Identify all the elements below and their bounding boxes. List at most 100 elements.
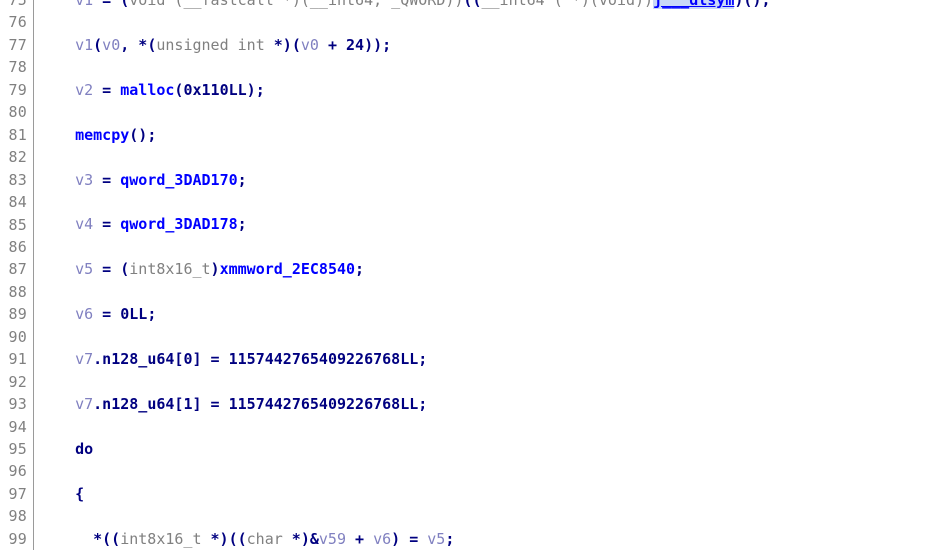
line-number[interactable]: 79 [0, 79, 27, 101]
code-line[interactable]: v4 = qword_3DAD178; [0, 213, 925, 235]
punctuation-token: ); [246, 80, 265, 99]
code-line[interactable]: v5 = (int8x16_t)xmmword_2EC8540; [0, 258, 925, 280]
punctuation-token: *)(( [201, 529, 247, 548]
line-number[interactable]: 89 [0, 303, 27, 325]
number-token: 24 [346, 35, 365, 54]
line-number[interactable]: 76 [0, 11, 27, 33]
line-number[interactable]: 99 [0, 528, 27, 550]
variable-token[interactable]: v59 [319, 530, 346, 548]
type-token: int8x16_t [129, 260, 211, 279]
punctuation-token: = ( [93, 260, 130, 279]
code-line[interactable]: v6 = 0LL; [0, 303, 925, 325]
punctuation-token: *)& [282, 529, 319, 548]
line-number[interactable]: 97 [0, 483, 27, 505]
code-line[interactable]: v1(v0, *(unsigned int *)(v0 + 24)); [0, 34, 925, 56]
variable-token[interactable]: v1 [75, 36, 93, 54]
code-line-text[interactable]: v1(v0, *(unsigned int *)(v0 + 24)); [75, 34, 391, 56]
code-line[interactable]: v2 = malloc(0x110LL); [0, 79, 925, 101]
code-line-text[interactable]: v3 = qword_3DAD170; [75, 169, 247, 191]
punctuation-token: ; [355, 260, 365, 279]
line-number[interactable]: 85 [0, 214, 27, 236]
variable-token[interactable]: v1 [75, 0, 93, 9]
code-line-text[interactable]: v1 = (void (__fastcall *)(__int64, _QWOR… [75, 0, 770, 11]
code-line[interactable]: v3 = qword_3DAD170; [0, 169, 925, 191]
number-token: 0LL [120, 305, 148, 324]
function-token[interactable]: qword_3DAD170 [120, 171, 237, 189]
punctuation-token: ; [237, 170, 247, 189]
code-line[interactable]: memcpy(); [0, 124, 925, 146]
function-token[interactable]: xmmword_2EC8540 [220, 260, 355, 278]
line-number[interactable]: 91 [0, 348, 27, 370]
punctuation-token: ) [210, 260, 220, 279]
variable-token[interactable]: v0 [301, 36, 319, 54]
line-number[interactable]: 81 [0, 124, 27, 146]
type-token: __fastcall [183, 0, 274, 9]
punctuation-token: (( [463, 0, 482, 9]
variable-token[interactable]: v6 [373, 530, 391, 548]
code-line[interactable]: { [0, 483, 925, 505]
line-number[interactable]: 77 [0, 34, 27, 56]
punctuation-token: (); [129, 125, 157, 144]
line-number[interactable]: 87 [0, 258, 27, 280]
variable-token[interactable]: v3 [75, 171, 93, 189]
variable-token[interactable]: v4 [75, 215, 93, 233]
code-line-text[interactable]: v5 = (int8x16_t)xmmword_2EC8540; [75, 258, 364, 280]
code-line-text[interactable]: v6 = 0LL; [75, 303, 156, 325]
number-token: 0x110LL [183, 80, 247, 99]
line-number[interactable]: 88 [0, 281, 27, 303]
line-number[interactable]: 80 [0, 101, 27, 123]
variable-token[interactable]: v7 [75, 350, 93, 368]
line-number[interactable]: 90 [0, 326, 27, 348]
highlighted-symbol[interactable]: j___dlsym [653, 0, 735, 9]
variable-token[interactable]: v0 [102, 36, 120, 54]
line-number[interactable]: 95 [0, 438, 27, 460]
punctuation-token: ; [418, 394, 428, 413]
code-line-text[interactable]: v4 = qword_3DAD178; [75, 213, 247, 235]
line-number[interactable]: 93 [0, 393, 27, 415]
line-number[interactable]: 98 [0, 505, 27, 527]
line-number[interactable]: 82 [0, 146, 27, 168]
code-line-text[interactable]: memcpy(); [75, 124, 156, 146]
variable-token[interactable]: v7 [75, 395, 93, 413]
type-token: char [246, 529, 283, 548]
code-line-text[interactable]: do [75, 438, 93, 460]
function-token[interactable]: qword_3DAD178 [120, 215, 237, 233]
function-token[interactable]: malloc [120, 81, 174, 99]
number-token: 1157442765409226768LL [228, 394, 419, 413]
line-number[interactable]: 86 [0, 236, 27, 258]
code-line[interactable]: do [0, 438, 925, 460]
punctuation-token: = ( [93, 0, 130, 9]
variable-token[interactable]: v5 [427, 530, 445, 548]
code-line-text[interactable]: { [75, 483, 84, 505]
variable-token[interactable]: v2 [75, 81, 93, 99]
line-number[interactable]: 83 [0, 169, 27, 191]
line-number[interactable]: 75 [0, 0, 27, 11]
punctuation-token: ) = [391, 529, 428, 548]
code-line-text[interactable]: v2 = malloc(0x110LL); [75, 79, 265, 101]
punctuation-token: )); [364, 35, 392, 54]
code-line-text[interactable]: *((int8x16_t *)((char *)&v59 + v6) = v5; [93, 528, 454, 550]
line-number-gutter[interactable]: 75 76 77 78 79 80 81 82 83 84 85 86 87 88 89 90 91 92 93 94… [0, 0, 27, 550]
punctuation-token: ] = [192, 394, 229, 413]
variable-token[interactable]: v5 [75, 260, 93, 278]
line-number[interactable]: 84 [0, 191, 27, 213]
punctuation-token: .n128_u64[ [93, 394, 184, 413]
code-line-text[interactable]: v7.n128_u64[0] = 1157442765409226768LL; [75, 348, 427, 370]
punctuation-token: = [93, 170, 121, 189]
line-number[interactable]: 78 [0, 56, 27, 78]
variable-token[interactable]: v6 [75, 305, 93, 323]
code-surface[interactable]: v1 = (void (__fastcall *)(__int64, _QWOR… [0, 0, 925, 550]
code-line[interactable]: v7.n128_u64[1] = 1157442765409226768LL; [0, 393, 925, 415]
code-line[interactable]: *((int8x16_t *)((char *)&v59 + v6) = v5; [0, 528, 925, 550]
code-line[interactable]: v7.n128_u64[0] = 1157442765409226768LL; [0, 348, 925, 370]
punctuation-token: .n128_u64[ [93, 350, 184, 369]
line-number[interactable]: 94 [0, 416, 27, 438]
line-number[interactable]: 96 [0, 460, 27, 482]
line-number[interactable]: 92 [0, 371, 27, 393]
function-token[interactable]: memcpy [75, 126, 129, 144]
code-line[interactable]: v1 = (void (__fastcall *)(__int64, _QWOR… [0, 0, 925, 11]
pseudocode-view[interactable]: v1 = (void (__fastcall *)(__int64, _QWOR… [0, 0, 925, 550]
code-line-text[interactable]: v7.n128_u64[1] = 1157442765409226768LL; [75, 393, 427, 415]
punctuation-token: )(); [734, 0, 771, 9]
type-token: void ( [129, 0, 184, 9]
